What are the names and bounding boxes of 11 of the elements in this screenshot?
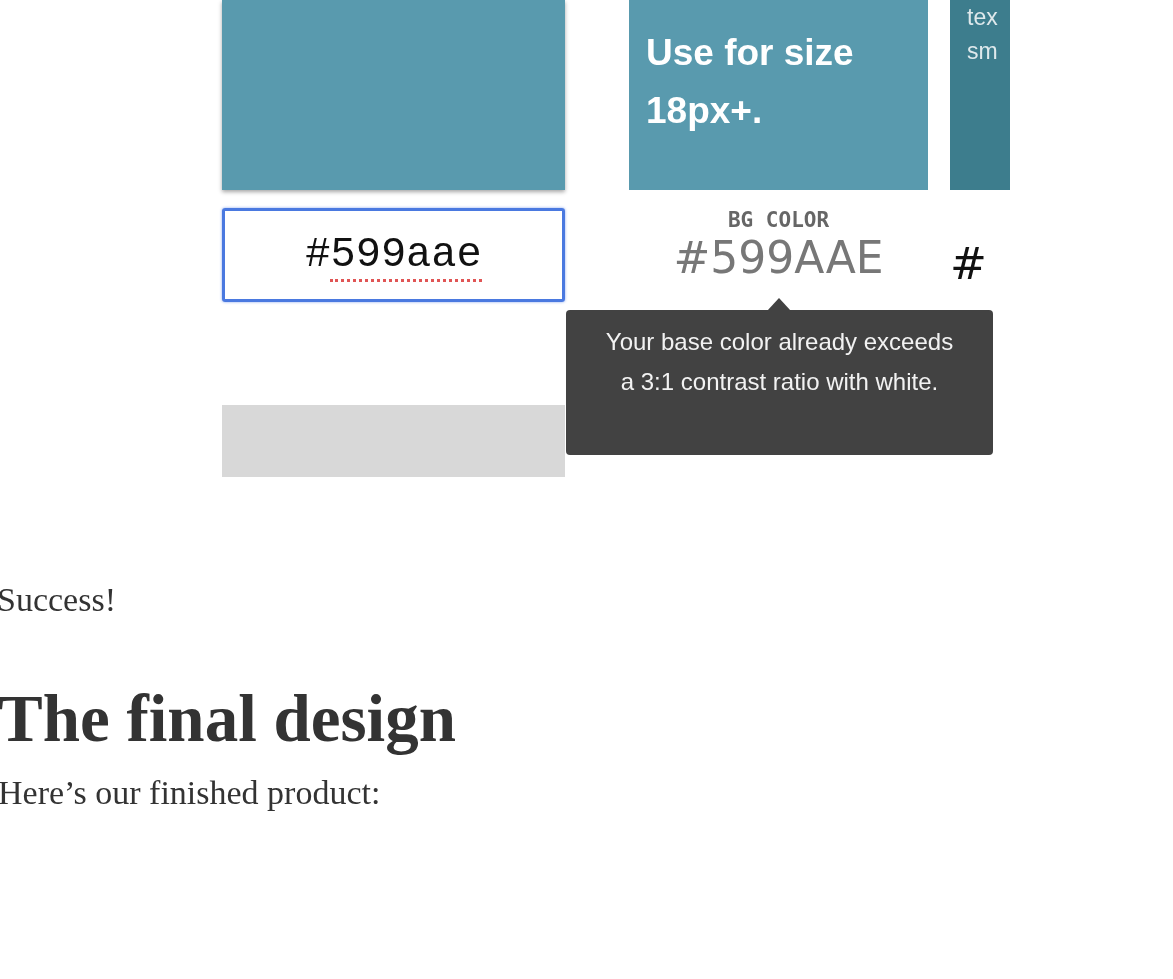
tooltip-arrow-icon [767, 296, 791, 311]
caption: BG COLOR [727, 208, 830, 232]
swatch-text: tex [966, 3, 999, 32]
hex-value: #599AAE [673, 232, 884, 284]
hex-value: # [950, 238, 987, 290]
swatch-text: 18px+. [645, 89, 764, 133]
swatch-text: sm [966, 37, 999, 66]
hex-input-field[interactable]: #599aae [222, 208, 565, 302]
tooltip: Your base color already exceeds a 3:1 contrast ratio with white. [566, 310, 993, 455]
swatch-text: Use for size [645, 31, 855, 75]
status-text: Success! [0, 581, 117, 619]
